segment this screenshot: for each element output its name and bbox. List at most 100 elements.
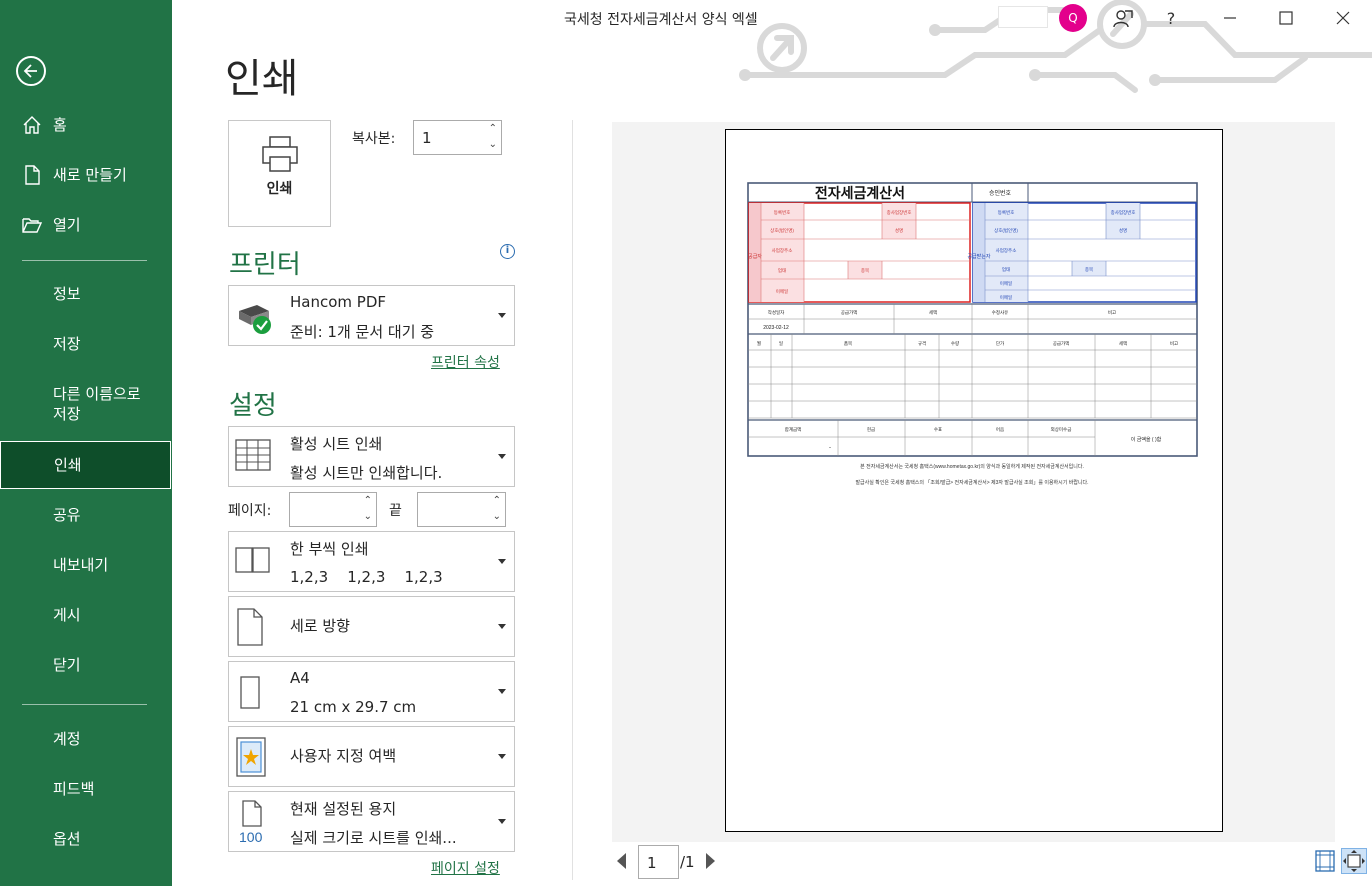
account-name-box[interactable] xyxy=(998,6,1048,28)
maximize-button[interactable] xyxy=(1271,4,1301,32)
help-button[interactable]: ? xyxy=(1156,4,1186,32)
custom-margins-icon xyxy=(236,737,266,777)
print-button[interactable]: 인쇄 xyxy=(228,120,331,227)
title-bar: 국세청 전자세금계산서 양식 엑셀 Q ? xyxy=(172,0,1372,36)
page-from-stepper[interactable]: ⌃ ⌄ xyxy=(289,492,377,527)
spin-up-icon[interactable]: ⌃ xyxy=(493,496,501,506)
spin-down-icon[interactable]: ⌄ xyxy=(364,512,372,522)
sidebar-item-close[interactable]: 닫기 xyxy=(0,642,172,688)
print-button-label: 인쇄 xyxy=(266,181,293,197)
info-icon[interactable]: i xyxy=(500,244,515,259)
print-what-desc: 활성 시트만 인쇄합니다. xyxy=(290,464,443,482)
sidebar-item-label: 새로 만들기 xyxy=(53,166,127,184)
chevron-down-icon xyxy=(498,819,506,824)
sidebar-item-home[interactable]: 홈 xyxy=(0,102,172,148)
tax-header: 세액 xyxy=(929,309,937,316)
total-header-cash: 현금 xyxy=(867,426,875,432)
paper-size-dropdown[interactable]: A4 21 cm x 29.7 cm xyxy=(228,661,515,722)
sidebar-item-label: 열기 xyxy=(53,216,81,234)
sidebar-item-print[interactable]: 인쇄 xyxy=(0,441,171,489)
buyer-branch-label: 종사업장번호 xyxy=(1111,209,1136,216)
total-header-note: 어음 xyxy=(996,426,1004,433)
sidebar-divider xyxy=(22,260,147,261)
reason-header: 수정사유 xyxy=(992,309,1009,316)
sidebar-item-new[interactable]: 새로 만들기 xyxy=(0,152,172,198)
sidebar-item-options[interactable]: 옵션 xyxy=(0,816,172,862)
buyer-address-label: 사업장주소 xyxy=(996,247,1017,254)
page-to-stepper[interactable]: ⌃ ⌄ xyxy=(417,492,506,527)
sidebar-item-share[interactable]: 공유 xyxy=(0,492,172,538)
copies-value: 1 xyxy=(422,129,432,147)
printer-dropdown[interactable]: Hancom PDF 준비: 1개 문서 대기 중 xyxy=(228,285,515,346)
page-number-value: 1 xyxy=(647,854,657,872)
supplier-label: 공급자 xyxy=(748,253,762,260)
sidebar-item-open[interactable]: 열기 xyxy=(0,202,172,248)
sidebar-item-info[interactable]: 정보 xyxy=(0,271,172,317)
tax-invoice-preview: 전자세금계산서 승인번호 공급자 등록번호 종사업장번호 상호(법인명) 성명 … xyxy=(747,182,1198,486)
zoom-to-page-button[interactable] xyxy=(1341,848,1367,874)
margins-value: 사용자 지정 여백 xyxy=(290,747,397,765)
spin-up-icon[interactable]: ⌃ xyxy=(489,124,497,134)
claim-text: 이 금액을 ( )함 xyxy=(1131,436,1162,443)
orientation-dropdown[interactable]: 세로 방향 xyxy=(228,596,515,657)
spin-up-icon[interactable]: ⌃ xyxy=(364,496,372,506)
sidebar-item-export[interactable]: 내보내기 xyxy=(0,542,172,588)
sheet-grid-icon xyxy=(235,439,271,471)
sidebar-item-publish[interactable]: 게시 xyxy=(0,592,172,638)
copies-stepper[interactable]: 1 ⌃ ⌄ xyxy=(413,120,502,155)
print-what-dropdown[interactable]: 활성 시트 인쇄 활성 시트만 인쇄합니다. xyxy=(228,426,515,487)
total-header-credit: 외상미수금 xyxy=(1051,426,1072,433)
sidebar-item-label: 정보 xyxy=(53,285,81,303)
spin-down-icon[interactable]: ⌄ xyxy=(489,140,497,150)
printer-properties-link[interactable]: 프린터 속성 xyxy=(431,352,500,372)
backstage-sidebar: 홈 새로 만들기 열기 정보 저장 다른 이름으로 저장 인쇄 공유 내보내기 … xyxy=(0,0,172,886)
show-margins-icon xyxy=(1315,850,1335,872)
minimize-button[interactable] xyxy=(1215,4,1245,32)
coauthoring-button[interactable] xyxy=(1108,4,1138,32)
approval-number-label: 승인번호 xyxy=(989,189,1012,197)
scaling-value: 현재 설정된 용지 xyxy=(290,800,397,818)
home-icon xyxy=(23,116,41,134)
orientation-value: 세로 방향 xyxy=(290,617,350,635)
sidebar-item-label: 내보내기 xyxy=(53,556,109,574)
chevron-down-icon xyxy=(498,559,506,564)
item-header-month: 월 xyxy=(757,340,761,347)
sidebar-item-feedback[interactable]: 피드백 xyxy=(0,766,172,812)
sidebar-item-save-as[interactable]: 다른 이름으로 저장 xyxy=(0,382,172,426)
sidebar-item-label: 저장 xyxy=(53,335,81,353)
pages-label: 페이지: xyxy=(228,503,272,519)
item-header-tax: 세액 xyxy=(1119,340,1127,347)
close-icon xyxy=(1336,11,1350,25)
collate-value: 한 부씩 인쇄 xyxy=(290,540,369,558)
printer-status: 준비: 1개 문서 대기 중 xyxy=(290,323,435,341)
collate-dropdown[interactable]: 한 부씩 인쇄 1,2,3 1,2,3 1,2,3 xyxy=(228,531,515,592)
supplier-email-label: 이메일 xyxy=(776,288,788,295)
open-folder-icon xyxy=(22,218,42,233)
portrait-page-icon xyxy=(237,608,263,646)
scaling-dropdown[interactable]: 100 현재 설정된 용지 실제 크기로 시트를 인쇄... xyxy=(228,791,515,852)
collated-pages-icon xyxy=(235,547,270,573)
item-header-qty: 수량 xyxy=(951,340,959,347)
preview-page: 전자세금계산서 승인번호 공급자 등록번호 종사업장번호 상호(법인명) 성명 … xyxy=(725,129,1223,832)
sidebar-item-save[interactable]: 저장 xyxy=(0,321,172,367)
page-setup-link[interactable]: 페이지 설정 xyxy=(431,858,500,878)
chevron-down-icon xyxy=(498,624,506,629)
buyer-email2-label: 이메일 xyxy=(1000,294,1012,301)
close-window-button[interactable] xyxy=(1328,4,1358,32)
margins-dropdown[interactable]: 사용자 지정 여백 xyxy=(228,726,515,787)
back-arrow-icon xyxy=(23,64,37,78)
sidebar-item-account[interactable]: 계정 xyxy=(0,716,172,762)
buyer-company-label: 상호(법인명) xyxy=(994,227,1018,233)
item-header-item: 품목 xyxy=(844,341,852,347)
back-button[interactable] xyxy=(16,56,46,86)
supplier-branch-label: 종사업장번호 xyxy=(887,209,912,216)
show-margins-button[interactable] xyxy=(1314,850,1336,872)
user-avatar[interactable]: Q xyxy=(1059,4,1087,32)
excel-backstage-print: 홈 새로 만들기 열기 정보 저장 다른 이름으로 저장 인쇄 공유 내보내기 … xyxy=(0,0,1372,886)
page-number-input[interactable]: 1 xyxy=(638,845,679,879)
supplier-reg-label: 등록번호 xyxy=(774,209,791,216)
supply-amount-header: 공급가액 xyxy=(841,309,858,316)
previous-page-button[interactable] xyxy=(617,853,626,869)
spin-down-icon[interactable]: ⌄ xyxy=(493,512,501,522)
next-page-button[interactable] xyxy=(706,853,715,869)
